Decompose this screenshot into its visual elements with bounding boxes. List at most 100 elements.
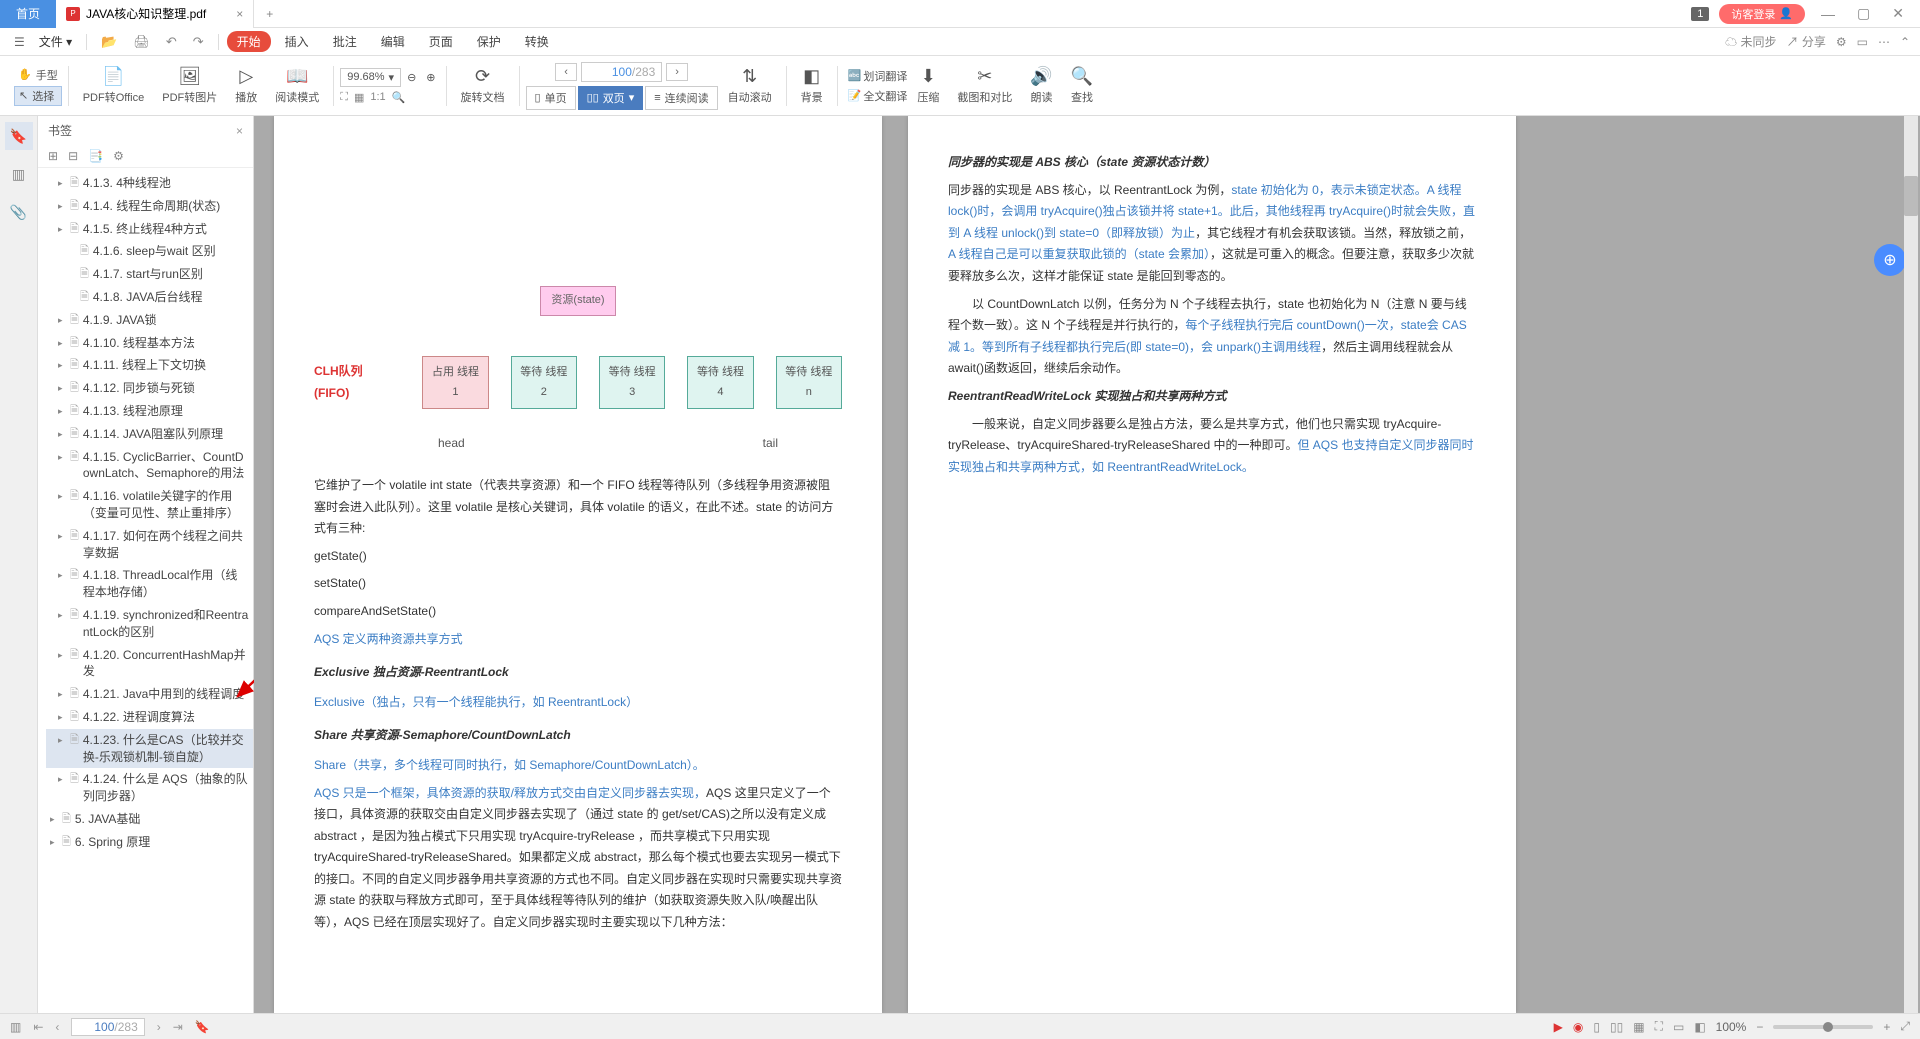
bookmark-item[interactable]: ▸🗎6. Spring 原理 xyxy=(46,831,253,854)
expand-all-icon[interactable]: ⊞ xyxy=(48,149,58,163)
expand-arrow-icon[interactable]: ▸ xyxy=(58,686,66,701)
vertical-scrollbar[interactable] xyxy=(1904,116,1918,1013)
expand-arrow-icon[interactable]: ▸ xyxy=(58,647,66,662)
zoom-out-icon[interactable]: ⊖ xyxy=(403,71,420,84)
view1-icon[interactable]: ▯ xyxy=(1593,1020,1600,1034)
more-icon[interactable]: ⋯ xyxy=(1878,35,1890,49)
menu-convert[interactable]: 转换 xyxy=(515,31,559,52)
expand-arrow-icon[interactable]: ▸ xyxy=(50,811,58,826)
select-tool[interactable]: ↖选择 xyxy=(14,86,62,106)
sync-status[interactable]: ☁ 未同步 xyxy=(1725,33,1776,50)
zoom-in-icon[interactable]: ⊕ xyxy=(422,71,439,84)
dot2-icon[interactable]: ◉ xyxy=(1573,1020,1583,1034)
status-page-input[interactable] xyxy=(78,1020,114,1034)
expand-arrow-icon[interactable]: ▸ xyxy=(58,403,66,418)
bookmark-item[interactable]: ▸🗎4.1.15. CyclicBarrier、CountDownLatch、S… xyxy=(46,446,253,486)
attachment-rail-icon[interactable]: 📎 xyxy=(5,198,33,226)
scrollbar-thumb[interactable] xyxy=(1904,176,1918,216)
page-input[interactable] xyxy=(588,65,632,79)
bookmark-item[interactable]: ▸🗎4.1.21. Java中用到的线程调度 xyxy=(46,683,253,706)
view4-icon[interactable]: ⛶ xyxy=(1655,1019,1663,1034)
bookmark-item[interactable]: ▸🗎5. JAVA基础 xyxy=(46,808,253,831)
share-button[interactable]: ↗ 分享 xyxy=(1786,33,1825,50)
pdf-to-image[interactable]: 🖼PDF转图片 xyxy=(154,64,225,107)
fullscreen-icon[interactable]: ⤢ xyxy=(1900,1019,1910,1034)
menu-start[interactable]: 开始 xyxy=(227,31,271,52)
bookmark-item[interactable]: ▸🗎4.1.10. 线程基本方法 xyxy=(46,332,253,355)
hand-tool[interactable]: ✋手型 xyxy=(14,66,62,84)
minimize-icon[interactable]: — xyxy=(1815,6,1841,22)
background-button[interactable]: ◧背景 xyxy=(793,64,831,107)
prev-page-button[interactable]: ‹ xyxy=(555,63,577,81)
file-menu[interactable]: 文件 ▾ xyxy=(33,33,78,50)
bookmark-item[interactable]: ▸🗎4.1.9. JAVA锁 xyxy=(46,309,253,332)
expand-arrow-icon[interactable]: ▸ xyxy=(58,221,66,236)
view5-icon[interactable]: ▭ xyxy=(1673,1020,1684,1034)
double-page-mode[interactable]: ▯▯ 双页 ▾ xyxy=(578,86,644,110)
next-page-icon[interactable]: › xyxy=(153,1020,165,1034)
view3-icon[interactable]: ▦ xyxy=(1633,1020,1644,1034)
bookmark-settings-icon[interactable]: ⚙ xyxy=(113,149,124,163)
fit-width-icon[interactable]: ⛶ xyxy=(340,91,348,104)
read-aloud[interactable]: 🔊朗读 xyxy=(1022,64,1060,107)
bookmark-item[interactable]: ▸🗎4.1.4. 线程生命周期(状态) xyxy=(46,195,253,218)
add-bookmark-icon[interactable]: 📑 xyxy=(88,149,103,163)
expand-arrow-icon[interactable]: ▸ xyxy=(58,312,66,327)
expand-arrow-icon[interactable]: ▸ xyxy=(50,834,58,849)
expand-arrow-icon[interactable]: ▸ xyxy=(58,380,66,395)
bookmark-item[interactable]: ▸🗎4.1.8. JAVA后台线程 xyxy=(46,286,253,309)
last-page-icon[interactable]: ⇥ xyxy=(169,1020,187,1034)
bookmark-item[interactable]: ▸🗎4.1.19. synchronized和ReentrantLock的区别 xyxy=(46,604,253,644)
bookmark-item[interactable]: ▸🗎4.1.5. 终止线程4种方式 xyxy=(46,218,253,241)
expand-arrow-icon[interactable]: ▸ xyxy=(58,488,66,503)
bookmark-item[interactable]: ▸🗎4.1.11. 线程上下文切换 xyxy=(46,354,253,377)
zoom-slider[interactable] xyxy=(1773,1025,1873,1029)
menu-annotate[interactable]: 批注 xyxy=(323,31,367,52)
expand-arrow-icon[interactable]: ▸ xyxy=(58,771,66,786)
bookmark-item[interactable]: ▸🗎4.1.14. JAVA阻塞队列原理 xyxy=(46,423,253,446)
expand-arrow-icon[interactable]: ▸ xyxy=(58,528,66,543)
word-translate[interactable]: 🔤 划词翻译 xyxy=(848,68,908,84)
continuous-mode[interactable]: ≡ 连续阅读 xyxy=(645,86,717,110)
expand-arrow-icon[interactable]: ▸ xyxy=(58,357,66,372)
view2-icon[interactable]: ▯▯ xyxy=(1610,1020,1623,1034)
dot1-icon[interactable]: ▶ xyxy=(1554,1020,1563,1034)
menu-edit[interactable]: 编辑 xyxy=(371,31,415,52)
zoom-in-status-icon[interactable]: + xyxy=(1883,1020,1890,1034)
redo-icon[interactable]: ↷ xyxy=(187,34,210,50)
find-button[interactable]: 🔍查找 xyxy=(1063,64,1101,107)
bookmark-status-icon[interactable]: 🔖 xyxy=(195,1020,210,1034)
close-tab-icon[interactable]: × xyxy=(236,7,243,21)
settings-icon[interactable]: ⚙ xyxy=(1836,35,1847,49)
fit-page-icon[interactable]: ▦ xyxy=(354,91,364,104)
thumbnail-rail-icon[interactable]: ▥ xyxy=(5,160,33,188)
bookmark-item[interactable]: ▸🗎4.1.17. 如何在两个线程之间共享数据 xyxy=(46,525,253,565)
document-tab[interactable]: P JAVA核心知识整理.pdf × xyxy=(56,0,254,28)
window-icon[interactable]: ▭ xyxy=(1857,35,1868,49)
prev-page-icon[interactable]: ‹ xyxy=(51,1020,63,1034)
bookmark-item[interactable]: ▸🗎4.1.3. 4种线程池 xyxy=(46,172,253,195)
expand-arrow-icon[interactable]: ▸ xyxy=(58,175,66,190)
collapse-ribbon-icon[interactable]: ⌃ xyxy=(1900,35,1910,49)
home-tab[interactable]: 首页 xyxy=(0,0,56,28)
undo-icon[interactable]: ↶ xyxy=(160,34,183,50)
zoom-input[interactable]: 99.68% ▾ xyxy=(340,68,401,87)
next-page-button[interactable]: › xyxy=(666,63,688,81)
expand-arrow-icon[interactable]: ▸ xyxy=(58,709,66,724)
bookmark-item[interactable]: ▸🗎4.1.6. sleep与wait 区别 xyxy=(46,240,253,263)
bookmark-tree[interactable]: ▸🗎4.1.3. 4种线程池▸🗎4.1.4. 线程生命周期(状态)▸🗎4.1.5… xyxy=(38,168,253,1013)
close-panel-icon[interactable]: × xyxy=(236,124,243,138)
maximize-icon[interactable]: ▢ xyxy=(1851,5,1876,22)
single-page-mode[interactable]: ▯ 单页 xyxy=(526,86,576,110)
bookmark-item[interactable]: ▸🗎4.1.18. ThreadLocal作用（线程本地存储） xyxy=(46,564,253,604)
read-mode[interactable]: 📖阅读模式 xyxy=(267,64,327,107)
auto-scroll[interactable]: ⇅自动滚动 xyxy=(720,64,780,107)
expand-arrow-icon[interactable]: ▸ xyxy=(58,449,66,464)
bookmark-item[interactable]: ▸🗎4.1.7. start与run区别 xyxy=(46,263,253,286)
expand-arrow-icon[interactable]: ▸ xyxy=(58,198,66,213)
collapse-all-icon[interactable]: ⊟ xyxy=(68,149,78,163)
expand-arrow-icon[interactable]: ▸ xyxy=(58,335,66,350)
zoom-area-icon[interactable]: 🔍 xyxy=(392,91,406,104)
guest-login-button[interactable]: 访客登录 👤 xyxy=(1719,4,1805,24)
expand-arrow-icon[interactable]: ▸ xyxy=(58,426,66,441)
